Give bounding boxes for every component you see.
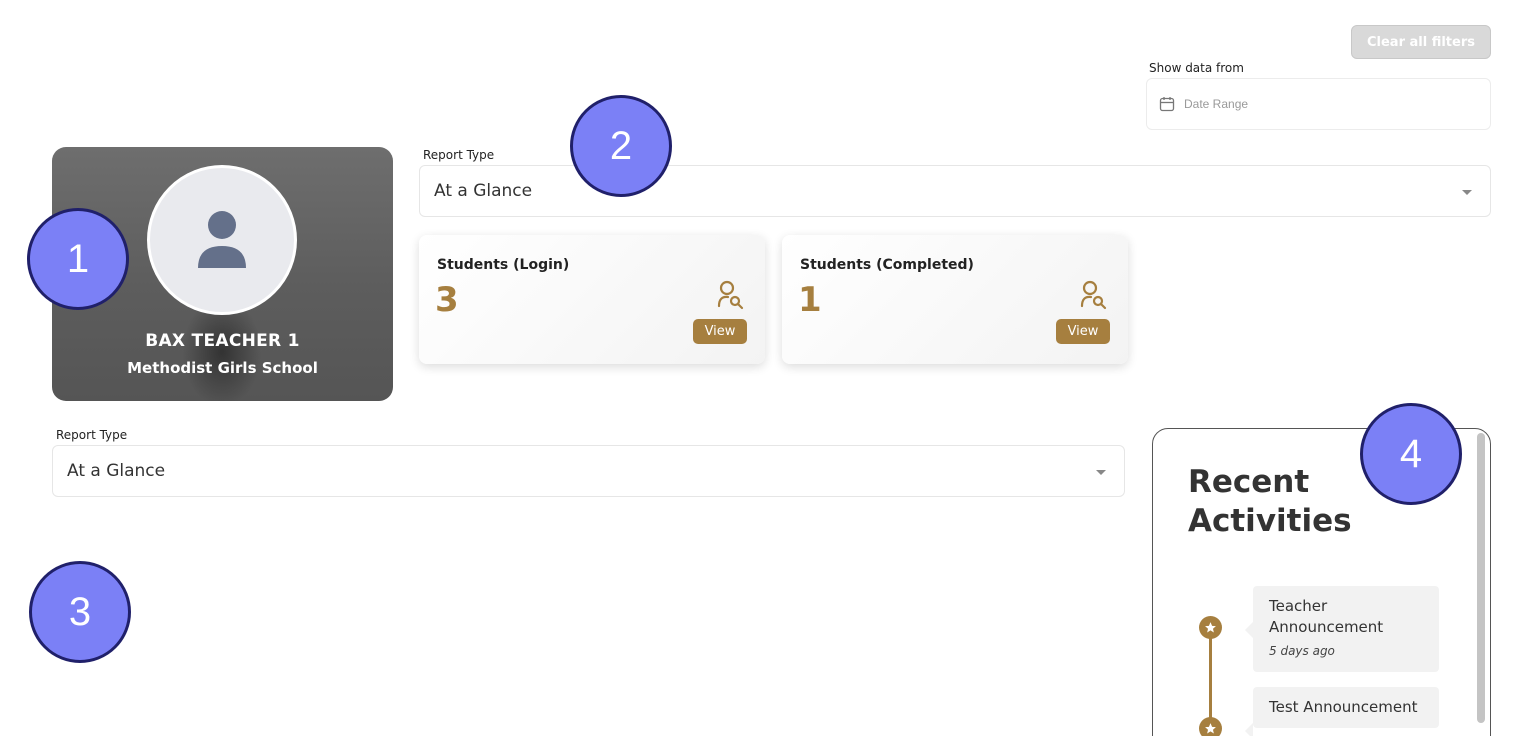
clear-all-filters-button[interactable]: Clear all filters xyxy=(1351,25,1491,59)
avatar xyxy=(147,165,297,315)
annotation-badge-3: 3 xyxy=(29,561,131,663)
stat-card-completed: Students (Completed) 1 View xyxy=(782,235,1128,364)
stat-value: 1 xyxy=(798,280,822,320)
recent-activities-title: Recent Activities xyxy=(1188,464,1352,539)
user-search-icon xyxy=(717,280,744,310)
stat-title: Students (Login) xyxy=(437,257,570,273)
scrollbar[interactable] xyxy=(1476,433,1486,733)
user-search-icon xyxy=(1080,280,1107,310)
activity-title: Teacher Announcement xyxy=(1269,597,1384,636)
annotation-badge-2: 2 xyxy=(570,95,672,197)
profile-name: BAX TEACHER 1 xyxy=(145,331,300,351)
report-type-select-bottom[interactable]: At a Glance xyxy=(52,445,1125,497)
activity-time: 5 days ago xyxy=(1269,644,1335,658)
report-type-label-bottom: Report Type xyxy=(56,428,128,442)
chevron-down-icon xyxy=(1462,190,1472,195)
date-range-input[interactable]: Date Range xyxy=(1146,78,1491,130)
report-type-label-top: Report Type xyxy=(423,148,495,162)
view-button[interactable]: View xyxy=(1056,319,1110,344)
view-button[interactable]: View xyxy=(693,319,747,344)
activity-item[interactable]: Teacher Announcement 5 days ago xyxy=(1245,586,1439,672)
star-icon xyxy=(1199,717,1222,736)
star-icon xyxy=(1199,616,1222,639)
profile-school: Methodist Girls School xyxy=(127,359,318,377)
report-type-value-bottom: At a Glance xyxy=(67,461,166,481)
chevron-down-icon xyxy=(1096,470,1106,475)
stat-title: Students (Completed) xyxy=(800,257,974,273)
scrollbar-thumb[interactable] xyxy=(1477,433,1485,723)
stat-card-login: Students (Login) 3 View xyxy=(419,235,765,364)
user-avatar-icon xyxy=(198,211,246,268)
activity-item[interactable]: Test Announcement xyxy=(1245,687,1439,736)
annotation-badge-4: 4 xyxy=(1360,403,1462,505)
stat-value: 3 xyxy=(435,280,459,320)
calendar-icon xyxy=(1159,96,1175,112)
annotation-badge-1: 1 xyxy=(27,208,129,310)
report-type-value-top: At a Glance xyxy=(434,181,533,201)
show-data-from-label: Show data from xyxy=(1149,61,1244,75)
activity-title: Test Announcement xyxy=(1269,698,1418,716)
date-range-placeholder: Date Range xyxy=(1184,97,1249,111)
